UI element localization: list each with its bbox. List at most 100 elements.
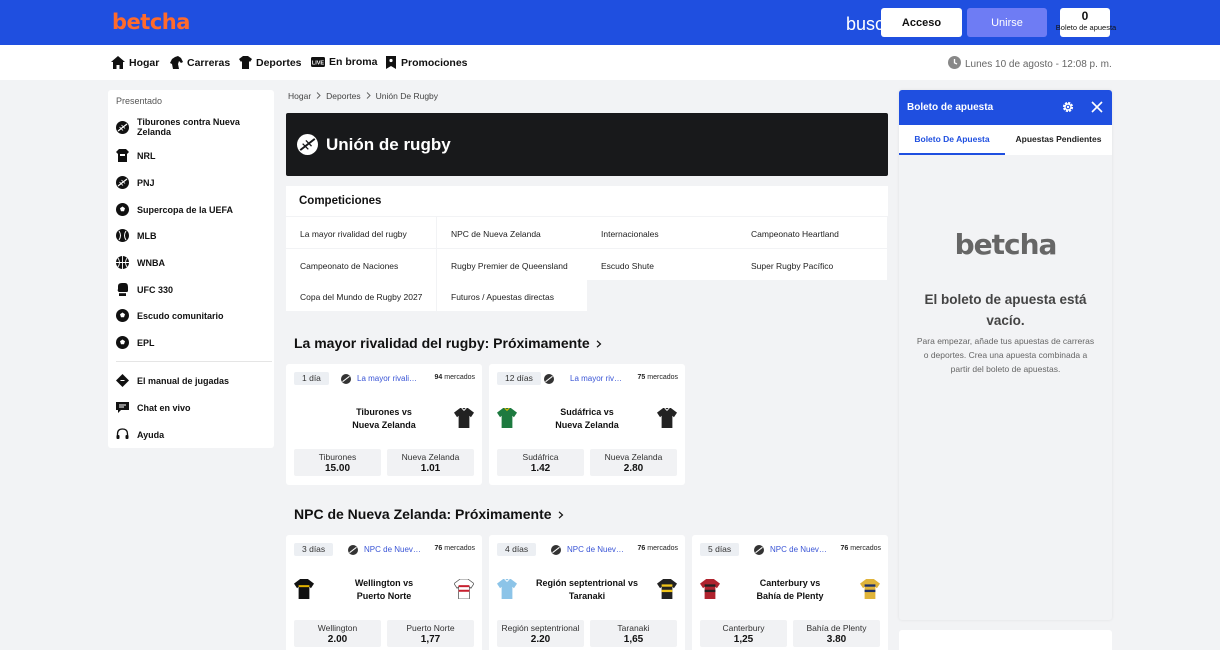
brand-logo[interactable]: betcha — [112, 10, 190, 34]
sidebar-item-epl[interactable]: EPL — [116, 336, 247, 349]
match-card[interactable]: 5 días NPC de Nueva Zelanda 76 mercados … — [692, 535, 888, 650]
match-card[interactable]: 12 días La mayor rivalidad del rugby 75 … — [489, 364, 685, 485]
sidebar-item-wnba[interactable]: WNBA — [116, 256, 247, 269]
betslip-logo: betcha — [954, 228, 1058, 261]
competition-link[interactable]: Campeonato Heartland — [737, 217, 887, 248]
match-card[interactable]: 4 días NPC de Nueva Zelanda 76 mercados … — [489, 535, 685, 650]
nav-label: Promociones — [401, 56, 468, 69]
competition-link[interactable]: NPC de Nueva Zelanda — [437, 217, 587, 248]
basketball-icon — [116, 256, 129, 269]
sidebar-item-tiburones[interactable]: Tiburones contra Nueva Zelanda — [116, 117, 247, 137]
competition-link[interactable]: Rugby Premier de Queensland — [437, 249, 587, 280]
home-icon — [111, 56, 125, 69]
odds-button-home[interactable]: Tiburones 15.00 — [294, 449, 381, 476]
sidebar-item-help[interactable]: Ayuda — [116, 428, 247, 441]
soccer-ball-icon — [116, 203, 129, 216]
competition-link[interactable]: Internacionales — [587, 217, 737, 248]
outcome-name: Sudáfrica — [522, 452, 559, 462]
competition-link[interactable]: Copa del Mundo de Rugby 2027 — [286, 280, 436, 311]
sidebar-item-community-shield[interactable]: Escudo comunitario — [116, 309, 247, 322]
markets-number: 94 — [434, 374, 443, 381]
chevron-right-icon — [558, 506, 564, 522]
nav-item-promotions[interactable]: Promociones — [385, 56, 468, 69]
sidebar-item-pnj[interactable]: PNJ — [116, 176, 247, 189]
odds-button-away[interactable]: Puerto Norte 1,77 — [387, 620, 474, 647]
away-jersey-icon — [860, 579, 880, 602]
markets-label: mercados — [444, 545, 475, 552]
outcome-odds: 1,77 — [420, 634, 441, 645]
home-jersey-icon — [497, 578, 517, 602]
search-input[interactable]: busc — [846, 14, 884, 35]
odds-button-away[interactable]: Taranaki 1,65 — [590, 620, 677, 647]
competition-link[interactable]: Futuros / Apuestas directas — [437, 280, 587, 311]
odds-button-home[interactable]: Región septentrional 2.20 — [497, 620, 584, 647]
competition-link[interactable]: NPC de Nueva Zelanda — [364, 545, 422, 554]
section-header[interactable]: La mayor rivalidad del rugby: Próximamen… — [294, 335, 602, 351]
match-line: Canterbury vs — [759, 578, 821, 588]
markets-number: 75 — [637, 374, 646, 381]
competition-link[interactable]: La mayor rivalidad del rugby — [570, 374, 626, 383]
sidebar-item-mlb[interactable]: MLB — [116, 229, 247, 242]
nav-item-racing[interactable]: Carreras — [169, 56, 230, 69]
odds-button-home[interactable]: Sudáfrica 1.42 — [497, 449, 584, 476]
sidebar-item-label: Chat en vivo — [137, 402, 191, 413]
login-button[interactable]: Acceso — [881, 8, 962, 37]
sidebar-item-ufc[interactable]: UFC 330 — [116, 283, 247, 296]
featured-sidebar: Presentado Tiburones contra Nueva Zeland… — [108, 90, 274, 448]
odds-button-away[interactable]: Nueva Zelanda 2.80 — [590, 449, 677, 476]
match-line: Nueva Zelanda — [555, 420, 619, 430]
odds-button-away[interactable]: Bahía de Plenty 3.80 — [793, 620, 880, 647]
outcome-name: Bahía de Plenty — [806, 623, 867, 633]
odds-button-home[interactable]: Canterbury 1,25 — [700, 620, 787, 647]
sidebar-item-label: Escudo comunitario — [137, 310, 224, 321]
promo-icon — [385, 56, 397, 69]
outcome-odds: 2.80 — [623, 463, 644, 474]
nav-item-sports[interactable]: Deportes — [239, 56, 302, 69]
betslip-button-label: Boleto de apuesta — [1055, 23, 1117, 32]
sidebar-item-label: MLB — [137, 230, 157, 241]
match-name: Región septentrional vs Taranaki — [531, 577, 643, 603]
odds-button-away[interactable]: Nueva Zelanda 1.01 — [387, 449, 474, 476]
match-line: Puerto Norte — [356, 591, 412, 601]
nav-item-live[interactable]: LIVE En broma — [311, 56, 377, 68]
svg-text:LIVE: LIVE — [312, 60, 325, 66]
odds-button-home[interactable]: Wellington 2.00 — [294, 620, 381, 647]
sidebar-item-playbook[interactable]: El manual de jugadas — [116, 374, 247, 387]
markets-label: mercados — [850, 545, 881, 552]
rugby-ball-icon — [116, 176, 129, 189]
competitions-panel: Competiciones La mayor rivalidad del rug… — [286, 186, 888, 311]
markets-label: mercados — [647, 374, 678, 381]
home-jersey-icon — [294, 579, 314, 602]
competition-link[interactable]: La mayor rivalidad del rugby — [286, 217, 436, 248]
competition-link[interactable]: Escudo Shute — [587, 249, 737, 280]
competition-link[interactable]: NPC de Nueva Zelanda — [770, 545, 828, 554]
glove-icon — [116, 283, 129, 296]
days-badge: 1 día — [294, 372, 329, 385]
rugby-ball-icon — [297, 134, 318, 158]
competition-link[interactable]: La mayor rivalidad del rugby — [357, 374, 421, 383]
competition-link[interactable]: NPC de Nueva Zelanda — [567, 545, 625, 554]
sidebar-item-label: Ayuda — [137, 429, 165, 440]
breadcrumb-home[interactable]: Hogar — [288, 91, 311, 101]
section-header[interactable]: NPC de Nueva Zelanda: Próximamente — [294, 506, 564, 522]
betslip-button[interactable]: 0 Boleto de apuesta — [1056, 8, 1116, 37]
outcome-odds: 3.80 — [826, 634, 847, 645]
away-jersey-icon — [657, 407, 677, 431]
breadcrumb-sports[interactable]: Deportes — [326, 91, 361, 101]
close-icon[interactable] — [1090, 100, 1104, 117]
join-button[interactable]: Unirse — [967, 8, 1047, 37]
tab-pending-bets[interactable]: Apuestas Pendientes — [1005, 125, 1112, 155]
sidebar-item-live-chat[interactable]: Chat en vivo — [116, 401, 247, 414]
nav-item-home[interactable]: Hogar — [111, 56, 159, 69]
match-card[interactable]: 1 día La mayor rivalidad del rugby 94 me… — [286, 364, 482, 485]
outcome-odds: 1,65 — [623, 634, 644, 645]
gear-icon[interactable] — [1061, 100, 1075, 117]
match-card[interactable]: 3 días NPC de Nueva Zelanda 76 mercados … — [286, 535, 482, 650]
sidebar-item-uefa[interactable]: Supercopa de la UEFA — [116, 203, 247, 216]
competition-link[interactable]: Super Rugby Pacífico — [737, 249, 887, 280]
rugby-ball-icon — [348, 545, 358, 558]
tab-betslip[interactable]: Boleto De Apuesta — [899, 125, 1005, 155]
sidebar-item-nrl[interactable]: NRL — [116, 149, 247, 162]
competition-link[interactable]: Campeonato de Naciones — [286, 249, 436, 280]
competitions-title: Competiciones — [299, 195, 382, 207]
